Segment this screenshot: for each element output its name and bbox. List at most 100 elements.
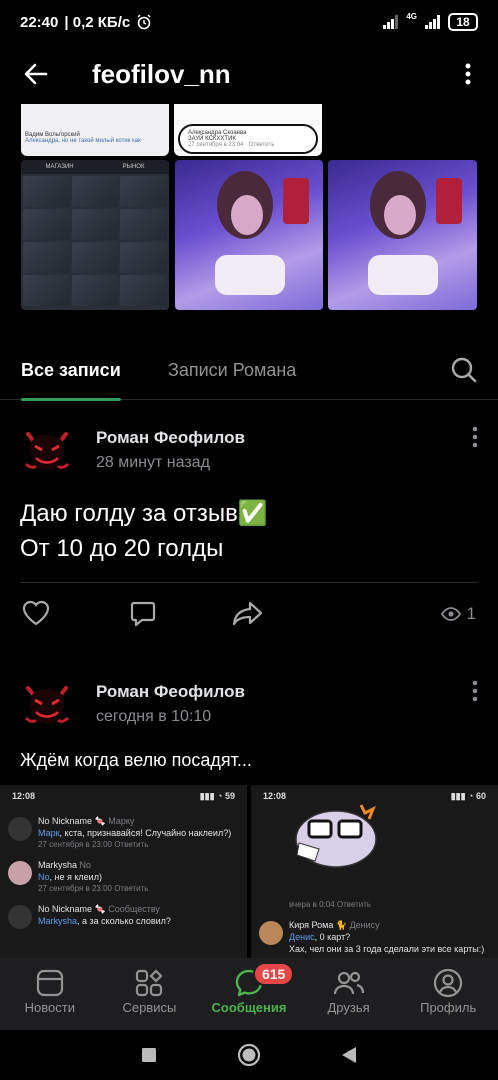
comment-icon[interactable]	[130, 600, 156, 628]
more-vertical-icon[interactable]	[472, 426, 478, 448]
thumb-text: МАГАЗИН	[45, 164, 74, 170]
comment-meta-row: вчера в 0:04 Ответить	[251, 899, 498, 911]
photo-thumb-selfie[interactable]	[328, 160, 477, 310]
post-author[interactable]: Роман Феофилов	[96, 428, 245, 448]
status-speed: 0,2 КБ/с	[72, 13, 131, 31]
post-text: Даю голду за отзыв✅ От 10 до 20 голды	[20, 496, 268, 566]
tab-owner-posts[interactable]: Записи Романа	[168, 360, 296, 381]
more-vertical-icon	[465, 63, 471, 85]
photo-thumb-shop[interactable]: МАГАЗИН РЫНОК	[21, 160, 169, 310]
nav-messages[interactable]: Сообщения 615	[199, 958, 299, 1030]
like-icon[interactable]	[22, 600, 50, 626]
signal-icon	[383, 15, 399, 29]
comment-text: , не я клеил)	[49, 872, 102, 882]
wall-post: Роман Феофилов сегодня в 10:10 Ждём когд…	[0, 660, 498, 785]
post-text-line: Даю голду за отзыв✅	[20, 500, 268, 527]
photo-thumb[interactable]: Вадим Вольгорский Александра, но не тако…	[21, 104, 169, 156]
more-vertical-icon[interactable]	[472, 680, 478, 702]
top-bar: feofilov_nn	[0, 44, 498, 104]
post-date: 28 минут назад	[96, 454, 210, 471]
selfie-figure-icon	[368, 171, 462, 295]
shot-time: 12:08	[12, 791, 36, 801]
post-text-line: От 10 до 20 голды	[20, 535, 224, 562]
nav-label: Друзья	[327, 1000, 370, 1015]
comment-name: Киря Рома 🐈	[289, 920, 348, 930]
comment-text: Хах, чел они за 3 года сделали эти все к…	[289, 944, 485, 954]
news-icon	[36, 969, 63, 997]
avatar[interactable]	[20, 676, 74, 730]
status-time: 22:40	[20, 13, 59, 31]
avatar	[8, 861, 32, 885]
comment-reply: Денису	[349, 920, 380, 930]
post-date: сегодня в 10:10	[96, 708, 212, 725]
services-icon	[136, 969, 163, 997]
nav-profile[interactable]: Профиль	[398, 958, 498, 1030]
avatar	[259, 921, 283, 945]
comment-reply: No	[79, 860, 92, 870]
avatar[interactable]	[20, 422, 74, 476]
arrow-left-icon	[24, 63, 48, 85]
selfie-figure-icon	[215, 171, 309, 295]
photo-grid-top-row: Вадим Вольгорский Александра, но не тако…	[0, 104, 498, 156]
comment-link: Markysha	[38, 916, 78, 926]
network-type: 4G	[406, 11, 417, 21]
nav-label: Сервисы	[122, 1000, 177, 1015]
post-attachment-photo[interactable]: 12:08 ▮▮▮ ◔ 59 No Nickname 🍬 Марку Марк, …	[0, 785, 247, 960]
nav-news[interactable]: Новости	[0, 958, 100, 1030]
comment-name: No Nickname 🍬	[38, 904, 106, 914]
page-title: feofilov_nn	[92, 58, 231, 89]
eye-icon	[440, 607, 461, 621]
nav-services[interactable]: Сервисы	[100, 958, 200, 1030]
nav-friends[interactable]: Друзья	[299, 958, 399, 1030]
comment-reply: Сообществу	[108, 904, 160, 914]
views-count: 1	[466, 604, 476, 623]
status-separator: |	[64, 13, 69, 31]
battery-indicator: 18	[448, 13, 478, 31]
nav-label: Сообщения	[211, 1000, 287, 1015]
comment-text: , 0 карт?	[314, 932, 351, 942]
back-button[interactable]	[0, 44, 72, 104]
wall-tabs: Все записи Записи Романа	[0, 340, 498, 401]
comment-item: No Nickname 🍬 Марку Марк, кста, признава…	[0, 815, 247, 851]
comment-text: , а за сколько словил?	[77, 916, 171, 926]
comment-item: Киря Рома 🐈 Денису Денис, 0 карт? Хах, ч…	[251, 919, 498, 955]
post-author[interactable]: Роман Феофилов	[96, 682, 245, 702]
photo-thumb-selfie[interactable]	[175, 160, 323, 310]
comment-name: No Nickname 🍬	[38, 816, 106, 826]
friends-icon	[333, 971, 364, 995]
share-icon[interactable]	[232, 600, 264, 626]
nav-label: Новости	[24, 1000, 75, 1015]
post-text: Ждём когда велю посадят...	[20, 750, 252, 770]
alarm-icon	[137, 14, 151, 30]
thumb-text: 27 сентября в 23:04 · Ответить	[188, 142, 275, 148]
comment-meta: 27 сентября в 23:00 Ответить	[38, 884, 149, 893]
comment-item: No Nickname 🍬 Сообществу Markysha, а за …	[0, 903, 247, 929]
search-icon[interactable]	[450, 356, 478, 384]
back-triangle-icon[interactable]	[341, 1046, 357, 1064]
photo-grid-row: МАГАЗИН РЫНОК	[0, 160, 498, 310]
comment-link: Марк	[38, 828, 60, 838]
more-menu-button[interactable]	[438, 44, 498, 104]
comment-reply: Марку	[108, 816, 135, 826]
comment-meta: вчера в 0:04 Ответить	[289, 900, 372, 909]
comment-name: Markysha	[38, 860, 78, 870]
nav-label: Профиль	[420, 1000, 477, 1015]
comment-link: Денис	[289, 932, 315, 942]
avatar	[8, 817, 32, 841]
system-navigation	[0, 1030, 498, 1080]
bottom-navigation: Новости Сервисы Сообщения 615 Друзья Про…	[0, 958, 498, 1030]
post-attachment-photo[interactable]: 12:08 ▮▮▮ ◔ 60 вчера в 0:04 Ответить Киря…	[251, 785, 498, 960]
photo-thumb[interactable]	[327, 104, 477, 156]
status-bar: 22:40 | 0,2 КБ/с 4G 18	[0, 0, 498, 44]
unread-badge: 615	[252, 962, 295, 986]
comment-meta: 27 сентября в 23:00 Ответить	[38, 840, 149, 849]
comment-item: Markysha No No, не я клеил) 27 сентября …	[0, 859, 247, 895]
views-counter: 1	[440, 604, 476, 624]
home-icon[interactable]	[237, 1043, 261, 1067]
profile-icon	[434, 968, 463, 998]
tab-all-posts[interactable]: Все записи	[21, 360, 121, 401]
photo-thumb[interactable]: Александра Скоаева ЗАУЙ КСКХХТИК 27 сент…	[174, 104, 322, 156]
comment-link: No	[38, 872, 50, 882]
recents-icon[interactable]	[141, 1047, 157, 1063]
comment-text: , кста, признавайся! Случайно наклеил?)	[59, 828, 232, 838]
